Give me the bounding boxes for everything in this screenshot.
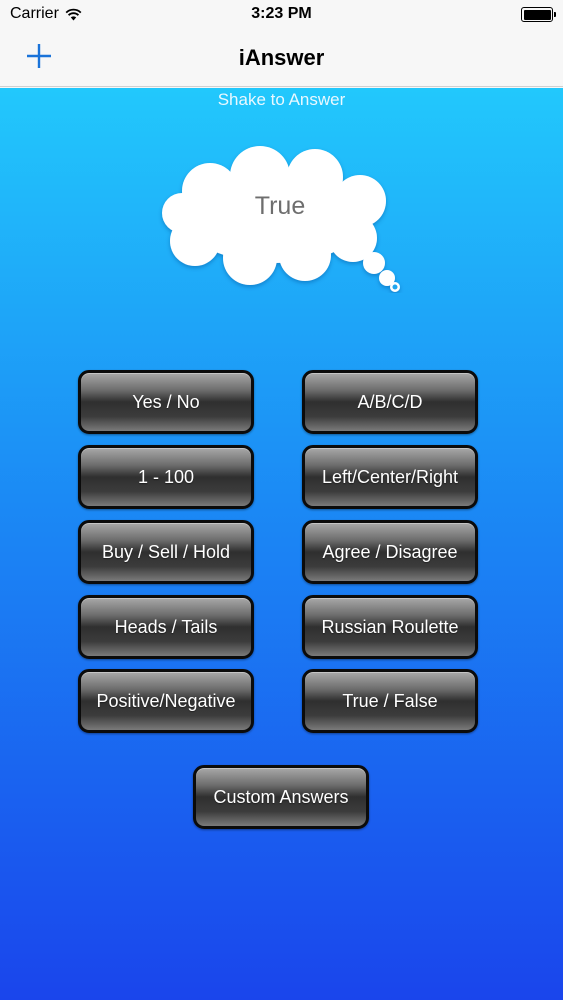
- abcd-button[interactable]: A/B/C/D: [302, 370, 478, 434]
- heads-tails-button[interactable]: Heads / Tails: [78, 595, 254, 659]
- navigation-bar: iAnswer: [0, 30, 563, 87]
- page-title: iAnswer: [238, 45, 325, 70]
- battery-icon: [521, 7, 556, 22]
- answer-text: True: [254, 192, 306, 220]
- one-to-hundred-button[interactable]: 1 - 100: [78, 445, 254, 509]
- true-false-button[interactable]: True / False: [302, 669, 478, 733]
- yes-no-button[interactable]: Yes / No: [78, 370, 254, 434]
- main-content: Shake to Answer True Yes / No A/B/C/D 1 …: [0, 88, 563, 1000]
- left-center-right-button[interactable]: Left/Center/Right: [302, 445, 478, 509]
- status-time: 3:23 PM: [251, 5, 312, 22]
- shake-to-answer-label: Shake to Answer: [217, 90, 346, 109]
- custom-answers-button[interactable]: Custom Answers: [193, 765, 369, 829]
- battery-level: [523, 9, 551, 20]
- agree-disagree-button[interactable]: Agree / Disagree: [302, 520, 478, 584]
- buy-sell-hold-button[interactable]: Buy / Sell / Hold: [78, 520, 254, 584]
- positive-negative-button[interactable]: Positive/Negative: [78, 669, 254, 733]
- status-bar: Carrier 3:23 PM: [0, 0, 563, 30]
- russian-roulette-button[interactable]: Russian Roulette: [302, 595, 478, 659]
